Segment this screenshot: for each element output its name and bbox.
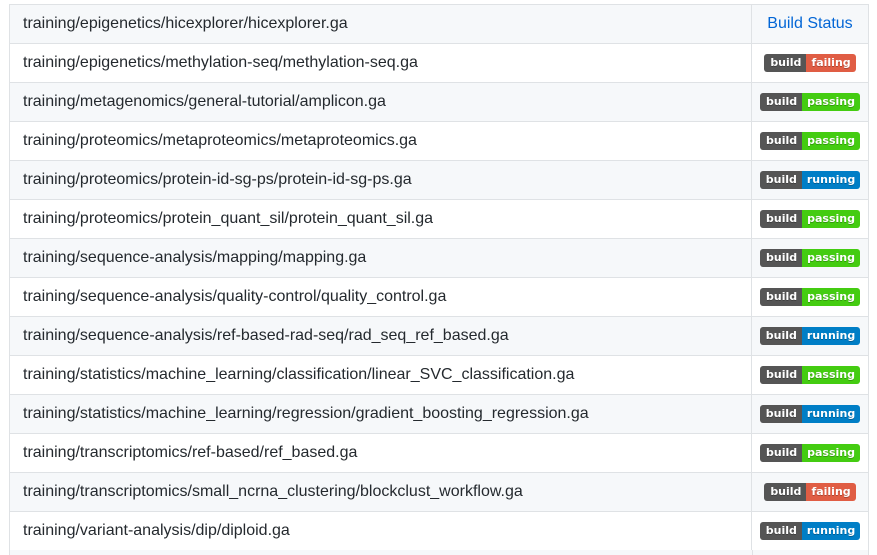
workflow-path: training/transcriptomics/ref-based/ref_b… — [10, 434, 752, 472]
table-body: training/epigenetics/methylation-seq/met… — [9, 44, 869, 551]
status-cell: build passing — [752, 83, 868, 121]
build-status-badge[interactable]: build running — [759, 405, 861, 423]
badge-label: build — [764, 54, 807, 72]
status-cell: build failing — [752, 473, 868, 511]
badge-label: build — [760, 444, 803, 462]
workflow-path: training/epigenetics/hicexplorer/hicexpl… — [10, 5, 752, 43]
badge-status: passing — [802, 132, 860, 150]
workflow-path: training/transcriptomics/small_ncrna_clu… — [10, 473, 752, 511]
build-status-badge[interactable]: build running — [759, 522, 861, 540]
workflow-path: training/statistics/machine_learning/reg… — [10, 395, 752, 433]
table-row: training/variant-analysis/dip/diploid.ga… — [9, 512, 869, 551]
build-status-badge[interactable]: build passing — [760, 444, 860, 462]
badge-label: build — [759, 327, 802, 345]
workflow-path: training/sequence-analysis/mapping/mappi… — [10, 239, 752, 277]
workflow-path: training/sequence-analysis/quality-contr… — [10, 278, 752, 316]
badge-status: failing — [806, 483, 856, 501]
status-cell: build running — [752, 395, 868, 433]
build-status-badge[interactable]: build passing — [760, 249, 860, 267]
build-status-badge[interactable]: build passing — [760, 132, 860, 150]
table-row: training/statistics/machine_learning/reg… — [9, 395, 869, 434]
build-status-badge[interactable]: build passing — [760, 288, 860, 306]
table-row: training/epigenetics/methylation-seq/met… — [9, 44, 869, 83]
badge-label: build — [764, 483, 807, 501]
badge-status: passing — [802, 249, 860, 267]
status-cell: build passing — [752, 434, 868, 472]
table-row: training/transcriptomics/small_ncrna_clu… — [9, 473, 869, 512]
badge-status: running — [801, 405, 861, 423]
status-cell: build running — [752, 161, 868, 199]
badge-status: passing — [802, 288, 860, 306]
status-cell: build passing — [752, 356, 868, 394]
table-row: training/proteomics/metaproteomics/metap… — [9, 122, 869, 161]
status-cell: Build Status — [752, 5, 868, 43]
build-status-link[interactable]: Build Status — [767, 15, 852, 33]
table-row: training/epigenetics/hicexplorer/hicexpl… — [9, 5, 869, 44]
badge-status: running — [801, 171, 861, 189]
badge-label: build — [759, 171, 802, 189]
status-cell: build running — [752, 317, 868, 355]
status-cell: build failing — [752, 44, 868, 82]
status-cell: build passing — [752, 200, 868, 238]
table-row: training/metagenomics/general-tutorial/a… — [9, 83, 869, 122]
workflow-path: training/sequence-analysis/ref-based-rad… — [10, 317, 752, 355]
badge-label: build — [759, 405, 802, 423]
table-row: training/proteomics/protein_quant_sil/pr… — [9, 200, 869, 239]
badge-label: build — [760, 210, 803, 228]
table-row: training/sequence-analysis/mapping/mappi… — [9, 239, 869, 278]
badge-label: build — [760, 249, 803, 267]
badge-status: running — [801, 327, 861, 345]
table-row-partial — [9, 550, 869, 555]
workflow-path: training/proteomics/metaproteomics/metap… — [10, 122, 752, 160]
status-cell: build passing — [752, 278, 868, 316]
table-row: training/transcriptomics/ref-based/ref_b… — [9, 434, 869, 473]
build-status-badge[interactable]: build running — [759, 327, 861, 345]
workflow-path: training/proteomics/protein-id-sg-ps/pro… — [10, 161, 752, 199]
status-cell: build passing — [752, 122, 868, 160]
build-status-badge[interactable]: build failing — [764, 483, 856, 501]
status-cell: build running — [752, 512, 868, 550]
build-status-badge[interactable]: build passing — [760, 366, 860, 384]
badge-status: failing — [806, 54, 856, 72]
badge-label: build — [759, 522, 802, 540]
workflow-path: training/epigenetics/methylation-seq/met… — [10, 44, 752, 82]
badge-label: build — [760, 288, 803, 306]
table-row: training/proteomics/protein-id-sg-ps/pro… — [9, 161, 869, 200]
badge-label: build — [760, 366, 803, 384]
table-row: training/sequence-analysis/ref-based-rad… — [9, 317, 869, 356]
badge-status: passing — [802, 210, 860, 228]
badge-status: running — [801, 522, 861, 540]
workflow-path: training/proteomics/protein_quant_sil/pr… — [10, 200, 752, 238]
workflow-path: training/variant-analysis/dip/diploid.ga — [10, 512, 752, 550]
badge-label: build — [760, 93, 803, 111]
table-row: training/sequence-analysis/quality-contr… — [9, 278, 869, 317]
workflow-path: training/metagenomics/general-tutorial/a… — [10, 83, 752, 121]
build-status-badge[interactable]: build passing — [760, 210, 860, 228]
column-divider — [752, 550, 753, 555]
status-cell: build passing — [752, 239, 868, 277]
workflow-path: training/statistics/machine_learning/cla… — [10, 356, 752, 394]
badge-status: passing — [802, 93, 860, 111]
build-status-badge[interactable]: build passing — [760, 93, 860, 111]
workflow-status-table: training/epigenetics/hicexplorer/hicexpl… — [9, 4, 869, 551]
build-status-badge[interactable]: build running — [759, 171, 861, 189]
build-status-badge[interactable]: build failing — [764, 54, 856, 72]
badge-status: passing — [802, 444, 860, 462]
table-row: training/statistics/machine_learning/cla… — [9, 356, 869, 395]
badge-label: build — [760, 132, 803, 150]
badge-status: passing — [802, 366, 860, 384]
